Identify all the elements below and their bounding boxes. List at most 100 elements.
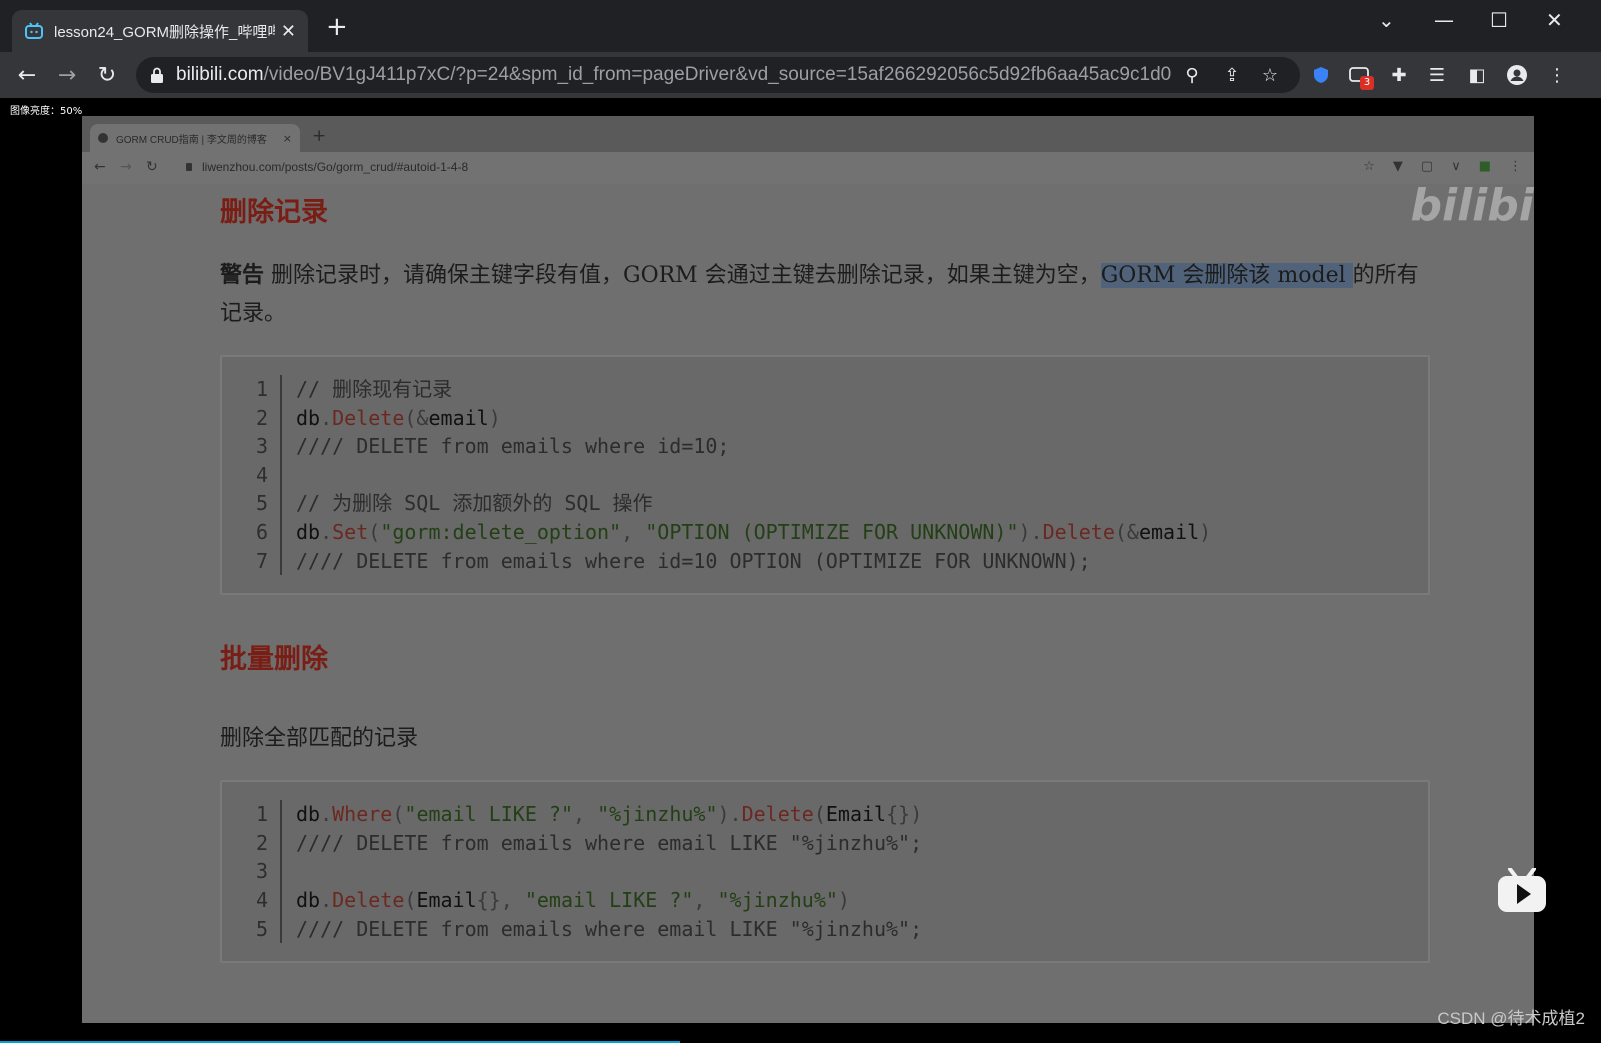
code-token: //// DELETE from emails where id=10; [296, 434, 730, 459]
code-token: Email [416, 887, 477, 912]
bilibili-play-icon[interactable] [1496, 868, 1548, 914]
tab-close-icon[interactable]: ✕ [281, 21, 296, 42]
video-player[interactable]: 图像亮度：50% GORM CRUD指南 | 李文周的博客 × + ← → ↻ … [0, 98, 1601, 1043]
code-text: // 删除现有记录 [296, 375, 452, 404]
code-token: //// DELETE from emails where id=10 OPTI… [296, 548, 1091, 573]
warning-text: 删除记录时，请确保主键字段有值，GORM 会通过主键去删除记录，如果主键为空， [264, 263, 1101, 288]
csdn-watermark: CSDN @待术成植2 [1437, 1009, 1585, 1028]
code-token: "OPTION (OPTIMIZE FOR UNKNOWN)" [645, 519, 1019, 544]
inner-tab-strip: GORM CRUD指南 | 李文周的博客 × + [82, 116, 1534, 152]
code-token: , [572, 802, 598, 827]
extension-shield-icon[interactable] [1308, 62, 1334, 88]
inner-forward-icon: → [120, 159, 132, 175]
code-token: Delete [332, 887, 405, 912]
warning-paragraph: 警告 删除记录时，请确保主键字段有值，GORM 会通过主键去删除记录，如果主键为… [220, 257, 1430, 333]
code-text: //// DELETE from emails where email LIKE… [296, 829, 922, 858]
code-token: (& [1114, 519, 1139, 544]
share-icon[interactable]: ⇪ [1220, 63, 1244, 87]
code-block-batch-delete: 1 db.Where("email LIKE ?", "%jinzhu%").De… [220, 780, 1430, 964]
reload-icon[interactable]: ↻ [92, 60, 122, 90]
code-token: Delete [332, 405, 405, 430]
url-path: /video/BV1gJ411p7xC/?p=24&spm_id_from=pa… [263, 64, 1172, 85]
code-token: , [621, 519, 646, 544]
code-token: Delete [1042, 519, 1115, 544]
code-token: ). [1018, 519, 1043, 544]
bilibili-favicon-icon [25, 22, 43, 39]
code-text: db.Delete(&email) [296, 404, 501, 433]
code-token: . [320, 519, 333, 544]
code-token: Delete [741, 802, 814, 827]
code-token: "email LIKE ?" [404, 802, 573, 827]
inner-star-icon: ☆ [1363, 159, 1375, 174]
code-token: "%jinzhu%" [597, 802, 718, 827]
code-text: db.Set("gorm:delete_option", "OPTION (OP… [296, 518, 1211, 547]
code-token: . [320, 802, 333, 827]
back-icon[interactable]: ← [12, 60, 42, 90]
line-number: 2 [222, 403, 282, 433]
code-line: 6 db.Set("gorm:delete_option", "OPTION (O… [222, 517, 1428, 547]
code-text: // 为删除 SQL 添加额外的 SQL 操作 [296, 489, 653, 518]
code-token: email [1138, 519, 1200, 544]
tab-search-icon[interactable]: ⌄ [1378, 8, 1395, 32]
inner-tab-close-icon: × [282, 131, 292, 145]
code-token: "%jinzhu%" [717, 887, 838, 912]
inner-url: liwenzhou.com/posts/Go/gorm_crud/#autoid… [186, 160, 468, 174]
code-token: // 为删除 SQL 添加额外的 SQL 操作 [296, 491, 653, 516]
extensions-puzzle-icon[interactable]: ✚ [1386, 62, 1412, 88]
code-token: (& [404, 405, 429, 430]
line-number: 7 [222, 546, 282, 576]
code-token: ). [717, 802, 742, 827]
new-tab-button[interactable]: + [326, 14, 348, 40]
url-text: bilibili.com/video/BV1gJ411p7xC/?p=24&sp… [176, 64, 1171, 86]
code-token: . [320, 405, 333, 430]
code-token: . [320, 887, 333, 912]
code-token: , [693, 887, 718, 912]
code-token: ) [488, 405, 501, 430]
code-token: Where [332, 802, 393, 827]
inner-new-tab-icon: + [312, 126, 327, 146]
code-line: 4 db.Delete(Email{}, "email LIKE ?", "%ji… [222, 885, 1428, 915]
browser-menu-icon[interactable]: ⋮ [1544, 62, 1570, 88]
code-line: 5 // 为删除 SQL 添加额外的 SQL 操作 [222, 489, 1428, 518]
code-line: 2 db.Delete(&email) [222, 403, 1428, 433]
code-text: db.Where("email LIKE ?", "%jinzhu%").Del… [296, 800, 922, 829]
article-content: 删除记录 警告 删除记录时，请确保主键字段有值，GORM 会通过主键去删除记录，… [220, 184, 1430, 964]
address-bar[interactable]: bilibili.com/video/BV1gJ411p7xC/?p=24&sp… [136, 57, 1300, 93]
url-host: bilibili.com [176, 64, 264, 85]
active-tab[interactable]: lesson24_GORM删除操作_哔哩哔哩_bilibili ✕ [12, 10, 308, 52]
highlighted-text: GORM 会删除该 model [1100, 263, 1353, 288]
inner-lock-icon [186, 163, 192, 171]
profile-avatar-icon[interactable] [1504, 62, 1530, 88]
inner-tab-title: GORM CRUD指南 | 李文周的博客 [116, 134, 267, 146]
minimize-icon[interactable]: — [1434, 8, 1454, 32]
bookmark-star-icon[interactable]: ☆ [1258, 63, 1282, 87]
side-panel-icon[interactable]: ◧ [1464, 62, 1490, 88]
inner-vue-icon: ∨ [1451, 159, 1461, 174]
code-line: 7 //// DELETE from emails where id=10 OPT… [222, 546, 1428, 576]
line-number: 5 [222, 489, 282, 518]
inner-extension-icon: ▼ [1392, 159, 1403, 174]
code-line: 3 [222, 857, 1428, 886]
code-token: Set [332, 519, 369, 544]
code-token: ( [392, 802, 405, 827]
batch-delete-description: 删除全部匹配的记录 [220, 726, 419, 752]
close-window-icon[interactable]: ✕ [1546, 8, 1563, 32]
code-line: 5 //// DELETE from emails where email LIK… [222, 914, 1428, 944]
code-token: db [296, 887, 321, 912]
reading-list-icon[interactable]: ☰ [1424, 62, 1450, 88]
line-number: 6 [222, 517, 282, 547]
tab-title: lesson24_GORM删除操作_哔哩哔哩_bilibili [54, 23, 275, 41]
forward-icon[interactable]: → [52, 60, 82, 90]
inner-url-text: liwenzhou.com/posts/Go/gorm_crud/#autoid… [202, 160, 469, 174]
extension-screen-icon[interactable]: 3 [1346, 62, 1374, 90]
code-line: 4 [222, 460, 1428, 490]
code-token: //// DELETE from emails where email LIKE… [296, 916, 923, 941]
inner-menu-icon: ⋮ [1509, 159, 1522, 174]
zoom-icon[interactable]: ⚲ [1180, 63, 1204, 87]
inner-green-ext-icon: ■ [1478, 159, 1491, 174]
code-token: email [428, 405, 489, 430]
code-token: db [296, 519, 321, 544]
inner-address-bar: ← → ↻ liwenzhou.com/posts/Go/gorm_crud/#… [82, 152, 1534, 231]
maximize-icon[interactable]: ☐ [1490, 8, 1508, 32]
line-number: 1 [222, 375, 282, 404]
